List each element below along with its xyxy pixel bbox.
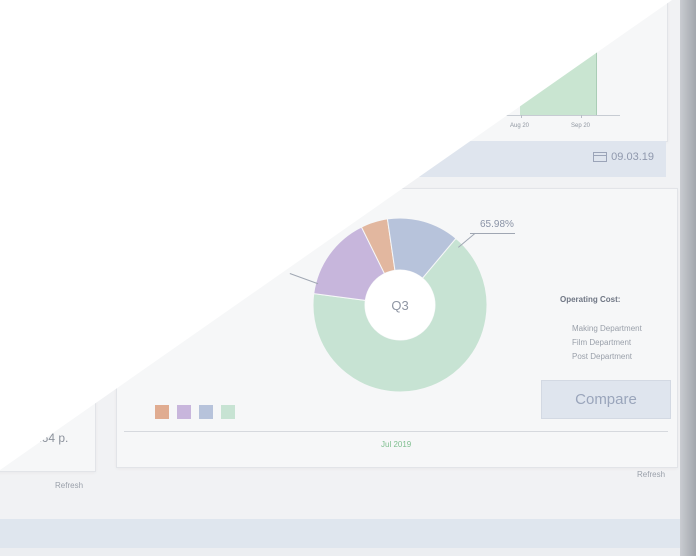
donut-callout-label: 65.98% [480,219,514,230]
legend-swatch [155,405,169,419]
bottom-bar [0,519,680,548]
timeline-x-label: Sep 20 [571,123,591,129]
legend-swatch [221,405,235,419]
screen-bezel [680,0,696,556]
compare-button[interactable]: Compare [541,380,671,419]
timeline-x-label: Aug 20 [510,123,530,129]
operating-cost-item: Post Department [572,352,633,361]
card-divider [124,431,668,432]
legend-swatch [177,405,191,419]
operating-cost-item: Film Department [572,338,632,347]
operating-cost-title: Operating Cost: [560,295,621,304]
callout-leader [470,233,515,234]
timeline-tick [581,115,582,118]
operating-cost-item: Making Department [572,324,642,333]
timeline-tick [521,115,522,118]
refresh-link-main[interactable]: Refresh [637,470,665,479]
date-display[interactable]: 09.03.19 [593,151,654,163]
refresh-link-left[interactable]: Refresh [55,481,83,490]
legend-swatch [199,405,213,419]
period-label: Jul 2019 [381,440,412,449]
calendar-icon [593,152,608,162]
date-value: 09.03.19 [611,151,654,163]
donut-center-label: Q3 [391,298,408,313]
